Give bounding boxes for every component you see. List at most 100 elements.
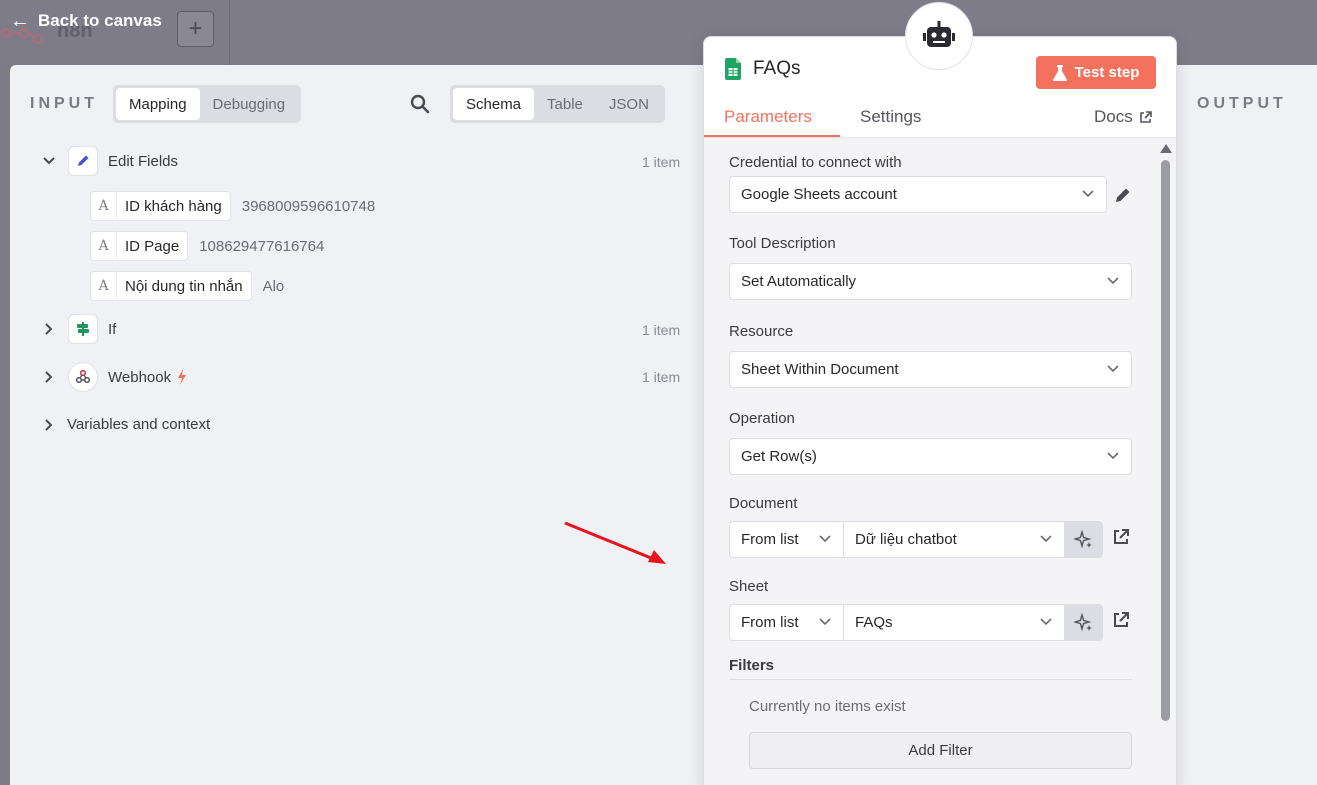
chevron-down-icon	[1107, 452, 1119, 460]
schema-field-chip[interactable]: A ID Page	[90, 231, 189, 261]
credential-select[interactable]: Google Sheets account	[729, 176, 1107, 213]
chevron-down-icon	[1082, 190, 1094, 198]
view-mode-toggle: Schema Table JSON	[450, 85, 665, 123]
input-panel-title: INPUT	[30, 95, 98, 112]
arrow-left-icon: ←	[10, 10, 30, 32]
add-filter-button[interactable]: Add Filter	[749, 732, 1132, 769]
tab-schema[interactable]: Schema	[453, 88, 535, 120]
lightning-icon	[178, 369, 187, 385]
tree-node-if[interactable]: If	[42, 314, 116, 344]
document-mode-value: From list	[741, 531, 799, 548]
document-label: Document	[729, 495, 798, 512]
node-panel-tabs: Parameters Settings Docs	[704, 99, 1176, 138]
tab-table[interactable]: Table	[534, 88, 596, 120]
sheet-mode-value: From list	[741, 614, 799, 631]
field-name: ID khách hàng	[125, 197, 222, 215]
chevron-down-icon	[1107, 365, 1119, 373]
variables-label: Variables and context	[67, 416, 211, 433]
add-node-button[interactable]: +	[177, 11, 214, 47]
sheet-value: FAQs	[855, 614, 893, 631]
schema-field-row: A Nội dung tin nhắn Alo	[90, 271, 284, 301]
tab-mapping[interactable]: Mapping	[116, 88, 200, 120]
sparkle-icon[interactable]	[1065, 604, 1103, 641]
document-select[interactable]: Dữ liệu chatbot	[844, 521, 1065, 558]
schema-field-chip[interactable]: A ID khách hàng	[90, 191, 231, 221]
chevron-right-icon[interactable]	[42, 322, 56, 336]
document-mode-select[interactable]: From list	[729, 521, 844, 558]
sparkle-icon[interactable]	[1065, 521, 1103, 558]
tab-debugging[interactable]: Debugging	[200, 88, 299, 120]
schema-field-row: A ID khách hàng 3968009596610748	[90, 191, 375, 221]
signpost-icon	[68, 314, 98, 344]
flask-icon	[1052, 64, 1067, 81]
test-step-button[interactable]: Test step	[1036, 56, 1156, 89]
pencil-icon	[68, 146, 98, 176]
node-name: Edit Fields	[108, 152, 179, 170]
active-tab-indicator	[704, 135, 840, 137]
node-name: Webhook	[108, 368, 172, 386]
document-value: Dữ liệu chatbot	[855, 531, 957, 548]
string-type-icon: A	[91, 271, 117, 301]
document-resource-locator: From list Dữ liệu chatbot	[729, 521, 1103, 558]
tree-node-edit-fields[interactable]: Edit Fields	[42, 146, 178, 176]
schema-field-chip[interactable]: A Nội dung tin nhắn	[90, 271, 252, 301]
credential-label: Credential to connect with	[729, 154, 902, 171]
item-count: 1 item	[642, 322, 681, 338]
chevron-down-icon	[819, 535, 831, 543]
divider	[229, 0, 230, 66]
tool-description-select[interactable]: Set Automatically	[729, 263, 1132, 300]
resource-select[interactable]: Sheet Within Document	[729, 351, 1132, 388]
tab-json[interactable]: JSON	[596, 88, 662, 120]
search-icon[interactable]	[410, 94, 430, 114]
test-step-label: Test step	[1074, 64, 1140, 81]
tool-description-value: Set Automatically	[741, 273, 857, 290]
docs-link[interactable]: Docs	[1094, 107, 1152, 127]
external-link-icon[interactable]	[1112, 611, 1130, 629]
schema-field-row: A ID Page 108629477616764	[90, 231, 324, 261]
sheet-label: Sheet	[729, 578, 769, 595]
tree-node-webhook[interactable]: Webhook	[42, 362, 187, 392]
item-count: 1 item	[642, 154, 681, 170]
divider	[729, 679, 1132, 680]
chevron-down-icon	[1107, 277, 1119, 285]
chevron-down-icon	[1040, 618, 1052, 626]
operation-label: Operation	[729, 410, 795, 427]
chevron-down-icon[interactable]	[42, 154, 56, 168]
external-link-icon	[1139, 110, 1152, 123]
item-count: 1 item	[642, 369, 681, 385]
node-title-text[interactable]: FAQs	[753, 58, 801, 80]
filters-empty-text: Currently no items exist	[749, 698, 906, 715]
chevron-right-icon[interactable]	[42, 370, 56, 384]
field-value: Alo	[262, 277, 285, 295]
tab-parameters[interactable]: Parameters	[724, 107, 812, 127]
edit-credential-icon[interactable]	[1113, 185, 1133, 205]
ai-tool-badge	[905, 2, 973, 70]
resource-value: Sheet Within Document	[741, 361, 899, 378]
tool-description-label: Tool Description	[729, 235, 836, 252]
tree-node-variables[interactable]: Variables and context	[42, 416, 210, 433]
tab-settings[interactable]: Settings	[860, 107, 921, 127]
scrollbar-thumb[interactable]	[1161, 160, 1170, 721]
external-link-icon[interactable]	[1112, 528, 1130, 546]
chevron-right-icon[interactable]	[42, 418, 56, 432]
chevron-down-icon	[819, 618, 831, 626]
node-title: FAQs	[725, 58, 801, 80]
mapping-mode-toggle: Mapping Debugging	[113, 85, 302, 123]
string-type-icon: A	[91, 191, 117, 221]
google-sheets-icon	[725, 58, 741, 80]
chevron-down-icon	[1040, 535, 1052, 543]
back-to-canvas-button[interactable]: ← Back to canvas	[10, 11, 162, 31]
docs-label: Docs	[1094, 107, 1133, 126]
field-name: Nội dung tin nhắn	[125, 277, 243, 295]
resource-label: Resource	[729, 323, 794, 340]
scroll-up-arrow-icon[interactable]	[1160, 144, 1172, 153]
operation-select[interactable]: Get Row(s)	[729, 438, 1132, 475]
sheet-mode-select[interactable]: From list	[729, 604, 844, 641]
string-type-icon: A	[91, 231, 117, 261]
sheet-select[interactable]: FAQs	[844, 604, 1065, 641]
filters-label: Filters	[729, 657, 775, 674]
sheet-resource-locator: From list FAQs	[729, 604, 1103, 641]
field-value: 3968009596610748	[241, 197, 376, 215]
robot-icon	[923, 21, 955, 47]
webhook-icon	[68, 362, 98, 392]
